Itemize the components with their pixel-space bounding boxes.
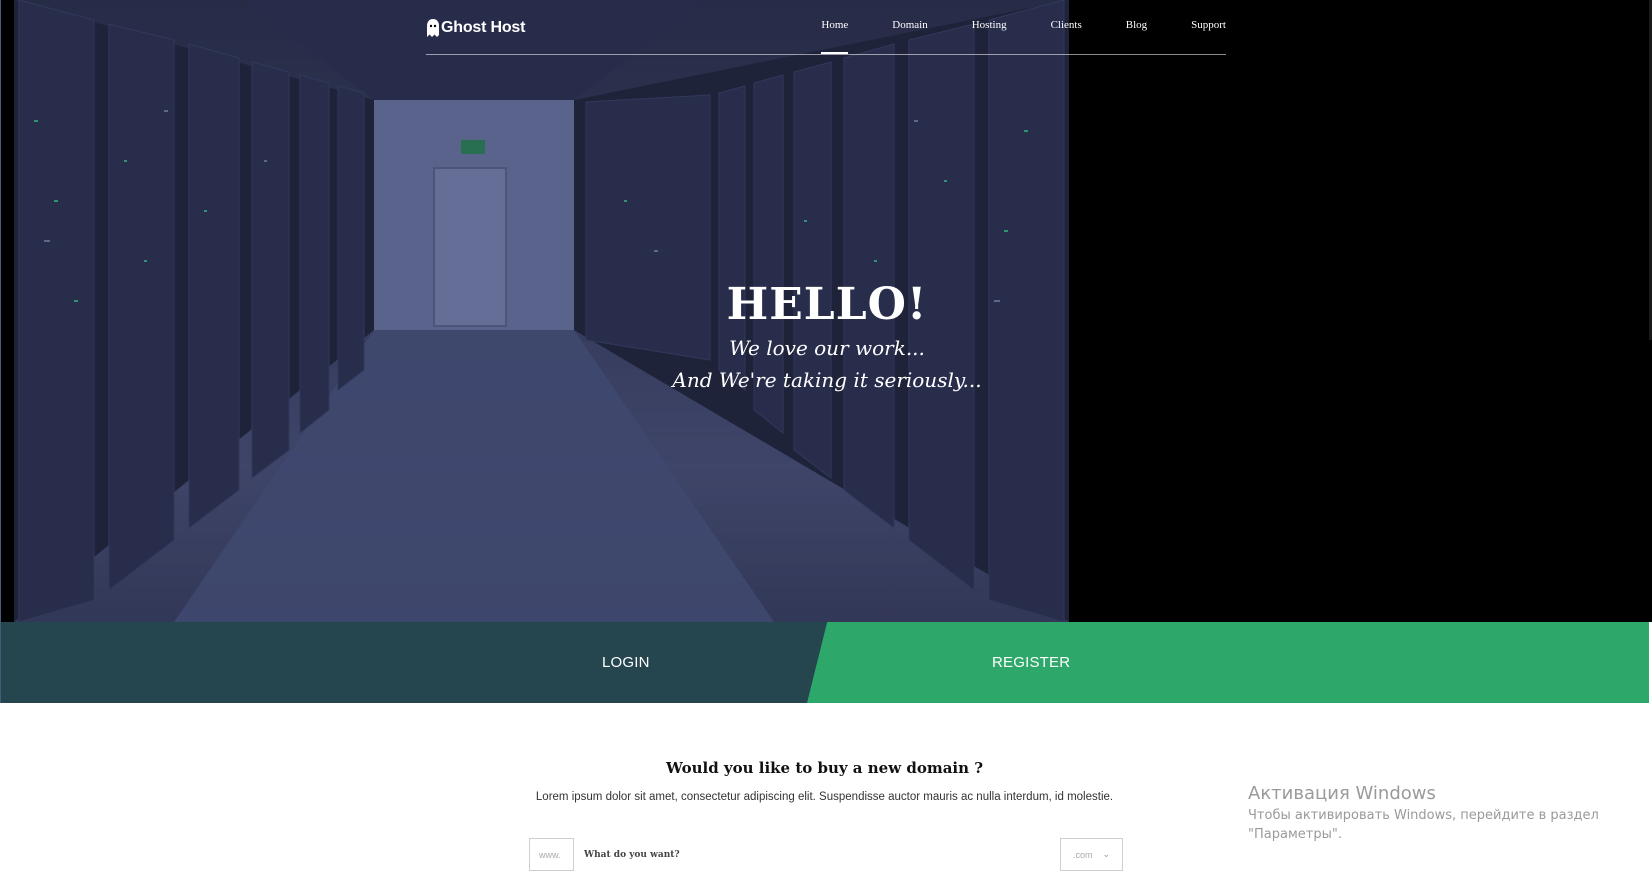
hero-subtitle-line2: And We're taking it seriously... <box>672 368 982 392</box>
main-menu: Home Domain Hosting Clients Blog Support <box>777 19 1226 54</box>
tld-select[interactable]: .com ⌄ <box>1060 839 1122 870</box>
register-button[interactable]: REGISTER <box>807 622 1649 703</box>
watermark-title: Активация Windows <box>1248 783 1436 804</box>
nav-item-home[interactable]: Home <box>821 19 848 54</box>
domain-title: Would you like to buy a new domain ? <box>665 759 984 777</box>
login-label: LOGIN <box>602 654 650 671</box>
nav-item-blog[interactable]: Blog <box>1126 19 1147 31</box>
hero-title: HELLO! <box>726 279 928 330</box>
domain-search-input[interactable] <box>574 838 1060 871</box>
register-label: REGISTER <box>992 654 1071 671</box>
hero-section: Ghost Host Home Domain Hosting Clients B… <box>1 0 1652 622</box>
chevron-down-icon: ⌄ <box>1102 849 1111 859</box>
top-navigation: Ghost Host Home Domain Hosting Clients B… <box>426 0 1226 55</box>
nav-item-hosting[interactable]: Hosting <box>972 19 1007 31</box>
watermark-line1: Чтобы активировать Windows, перейдите в … <box>1248 808 1599 823</box>
domain-prefix: www. <box>530 839 574 870</box>
domain-search-bar: www. .com ⌄ <box>529 838 1123 871</box>
logo[interactable]: Ghost Host <box>426 15 525 41</box>
tld-selected-value: .com <box>1072 849 1093 860</box>
nav-item-clients[interactable]: Clients <box>1051 19 1082 31</box>
windows-activation-watermark: Активация Windows Чтобы активировать Win… <box>1248 783 1599 844</box>
watermark-line2: "Параметры". <box>1248 827 1342 842</box>
hero-message: HELLO! We love our work... And We're tak… <box>1 278 1652 396</box>
nav-item-support[interactable]: Support <box>1191 19 1226 31</box>
hero-subtitle-line1: We love our work... <box>729 336 925 360</box>
brand-name: Ghost Host <box>441 19 526 36</box>
auth-bar: LOGIN REGISTER <box>1 622 1649 703</box>
nav-item-domain[interactable]: Domain <box>892 19 927 31</box>
ghost-icon <box>427 19 439 37</box>
